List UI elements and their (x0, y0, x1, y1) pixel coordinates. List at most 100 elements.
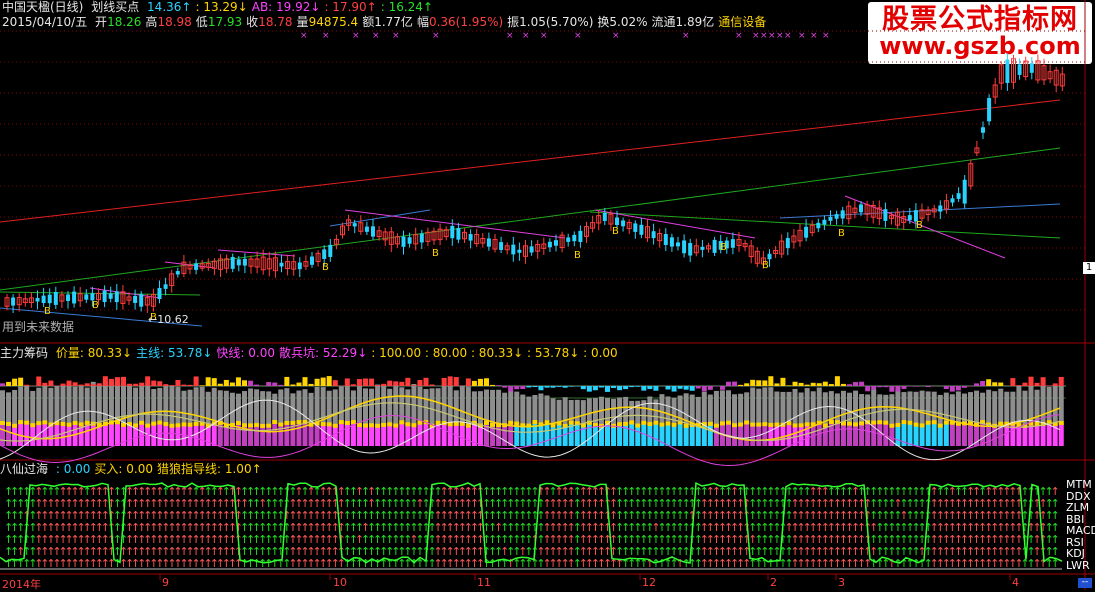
candle-body-down (109, 293, 113, 298)
mid-yellow-cap (387, 422, 392, 426)
mid-color-bar (744, 424, 749, 446)
mid-gray-bar (805, 388, 810, 424)
indicator-zlm[interactable]: ZLM (1066, 502, 1095, 514)
mid-volume-bar (617, 386, 622, 390)
mid-gray-bar (393, 386, 398, 424)
indicator-macd[interactable]: MACD (1066, 525, 1095, 537)
chart-canvas[interactable]: ×××××××××××××××××××××BBBBBBBBBBB ↑↑↑↑↑↑↑… (0, 0, 1095, 590)
scroll-control[interactable]: -- (1078, 578, 1092, 588)
mid-yellow-cap (484, 421, 489, 425)
mid-gray-bar (502, 393, 507, 424)
mid-yellow-cap (12, 424, 17, 428)
candle-body-down (963, 180, 967, 204)
mid-yellow-cap (345, 421, 350, 425)
mid-volume-bar (962, 386, 967, 388)
candle-body-down (517, 250, 521, 253)
mid-color-bar (672, 424, 677, 446)
marker-x: × (735, 31, 743, 41)
mid-volume-bar (847, 384, 852, 386)
mid-gray-bar (551, 398, 556, 424)
mid-yellow-cap (327, 422, 332, 426)
bottom-panel-header: 八仙过海 : 0.00买入: 0.00猎狼指导线: 1.00↑ (0, 462, 270, 476)
marker-x: × (768, 31, 776, 41)
mid-color-bar (690, 424, 695, 446)
candle-body-down (164, 284, 168, 289)
candle-body-down (676, 242, 680, 246)
indicator-kdj[interactable]: KDJ (1066, 548, 1095, 560)
mid-color-bar (865, 424, 870, 446)
mid-gray-bar (635, 401, 640, 424)
candle-body-down (768, 254, 772, 259)
mid-yellow-cap (623, 422, 628, 426)
mid-gray-bar (175, 387, 180, 424)
mid-volume-bar (12, 379, 17, 386)
mid-yellow-cap (79, 422, 84, 426)
mid-color-bar (85, 424, 90, 446)
mid-color-bar (762, 424, 767, 446)
mid-yellow-cap (926, 421, 931, 425)
mid-yellow-cap (799, 423, 804, 427)
candle-body-down (280, 263, 284, 267)
mid-gray-bar (968, 392, 973, 424)
mid-color-bar (127, 424, 132, 446)
mid-color-bar (738, 424, 743, 446)
mid-volume-bar (496, 385, 501, 386)
mid-panel-title[interactable]: 主力筹码 (0, 346, 48, 360)
marker-x: × (322, 31, 330, 41)
mid-gray-bar (496, 390, 501, 424)
bottom-value-1: 买入: 0.00 (94, 462, 153, 476)
mid-volume-bar (799, 383, 804, 386)
mid-color-bar (557, 424, 562, 446)
mid-gray-bar (454, 390, 459, 424)
mid-volume-bar (139, 383, 144, 386)
mid-gray-bar (617, 397, 622, 424)
indicator-mtm[interactable]: MTM (1066, 479, 1095, 491)
mid-gray-bar (79, 386, 84, 424)
marker-x: × (522, 31, 530, 41)
mid-yellow-cap (466, 424, 471, 428)
mid-volume-bar (1022, 383, 1027, 386)
mid-volume-bar (224, 380, 229, 386)
mid-gray-bar (12, 390, 17, 424)
indicator-lwr[interactable]: LWR (1066, 560, 1095, 572)
mid-color-bar (411, 424, 416, 446)
low-price-value: 10.62 (157, 313, 189, 326)
mid-color-bar (944, 424, 949, 446)
mid-gray-bar (97, 385, 102, 424)
mid-gray-bar (169, 386, 174, 424)
mid-volume-bar (200, 385, 205, 386)
mid-yellow-cap (756, 423, 761, 427)
mid-volume-bar (551, 386, 556, 388)
mid-gray-bar (605, 398, 610, 424)
marker-x: × (352, 31, 360, 41)
mid-color-bar (1059, 424, 1064, 446)
mid-gray-bar (865, 394, 870, 424)
mid-gray-bar (744, 392, 749, 424)
mid-color-bar (6, 424, 11, 446)
mid-volume-bar (714, 386, 719, 387)
candle-body-down (603, 213, 607, 221)
candle-body-down (322, 249, 326, 259)
candle-body-down (548, 242, 552, 247)
mid-color-bar (895, 424, 900, 446)
candle-body-down (298, 263, 302, 270)
mid-color-bar (962, 424, 967, 446)
candle-body-down (42, 296, 46, 303)
mid-color-bar (768, 424, 773, 446)
mid-volume-bar (865, 386, 870, 391)
mid-color-bar (605, 424, 610, 446)
mid-yellow-cap (284, 421, 289, 425)
mid-gray-bar (278, 389, 283, 424)
mid-color-bar (278, 424, 283, 446)
mid-volume-bar (914, 386, 919, 387)
bottom-panel-title[interactable]: 八仙过海 (0, 462, 48, 476)
mid-gray-bar (932, 392, 937, 424)
mid-volume-bar (793, 382, 798, 386)
candle-body-down (511, 245, 515, 255)
mid-color-bar (442, 424, 447, 446)
mid-volume-bar (91, 384, 96, 386)
mid-volume-bar (6, 382, 11, 386)
mid-volume-bar (315, 379, 320, 386)
mid-volume-bar (811, 383, 816, 386)
mid-volume-bar (169, 385, 174, 386)
